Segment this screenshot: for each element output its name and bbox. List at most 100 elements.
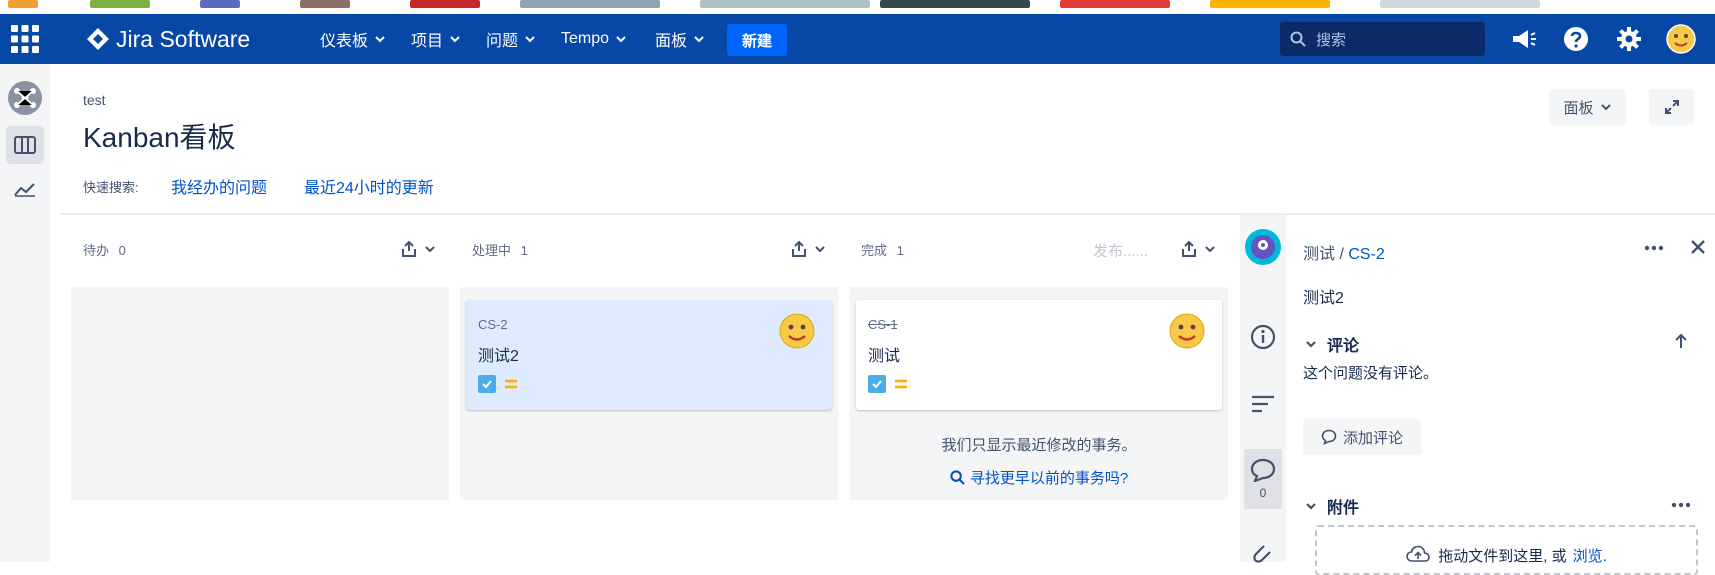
nav-item-tempo[interactable]: Tempo — [561, 14, 627, 64]
nav-item-label: Tempo — [561, 30, 610, 47]
nav-item-label: 项目 — [411, 33, 444, 50]
nav-item-dashboards[interactable]: 仪表板 — [320, 14, 386, 64]
settings-button[interactable] — [1616, 14, 1642, 64]
avatar — [1666, 24, 1696, 54]
card-summary: 测试 — [868, 348, 901, 365]
quick-filters-label: 快速搜索: — [83, 180, 139, 195]
search-input[interactable]: 搜索 — [1280, 22, 1485, 56]
board-menu-button[interactable]: 面板 — [1549, 89, 1626, 125]
board-menu-label: 面板 — [1563, 99, 1594, 117]
issue-summary[interactable]: 测试2 — [1303, 284, 1344, 308]
nav-item-projects[interactable]: 项目 — [411, 14, 461, 64]
comments-tab[interactable]: 0 — [1244, 449, 1282, 509]
more-icon — [1671, 502, 1691, 508]
column-actions-in-progress[interactable] — [790, 240, 826, 258]
sidebar-item-board[interactable] — [6, 126, 44, 164]
nav-item-issues[interactable]: 问题 — [486, 14, 536, 64]
create-button[interactable]: 新建 — [727, 24, 787, 56]
issue-project-avatar[interactable] — [1244, 228, 1282, 266]
profile-button[interactable] — [1666, 14, 1696, 64]
column-actions-done[interactable] — [1180, 240, 1216, 258]
product-name: Jira Software — [116, 25, 251, 52]
chevron-down-icon — [815, 246, 825, 253]
notifications-button[interactable] — [1511, 14, 1537, 64]
card-key: CS-2 — [478, 317, 508, 332]
search-icon — [950, 470, 965, 485]
comments-section-header[interactable]: 评论 — [1305, 332, 1359, 356]
column-header-todo: 待办 0 — [83, 240, 126, 259]
expand-icon — [1664, 100, 1679, 114]
project-name[interactable]: test — [83, 92, 106, 108]
product-logo[interactable]: Jira Software — [86, 14, 250, 64]
project-avatar-button[interactable] — [6, 79, 44, 117]
share-icon — [402, 240, 416, 257]
column-actions-todo[interactable] — [400, 240, 436, 258]
column-name: 处理中 — [472, 243, 512, 258]
help-icon — [1564, 27, 1588, 51]
release-button[interactable]: 发布...... — [1093, 240, 1148, 261]
add-comment-label: 添加评论 — [1342, 429, 1403, 447]
find-older-issues-label: 寻找更早以前的事务吗? — [969, 470, 1129, 487]
attachments-heading: 附件 — [1327, 500, 1360, 517]
close-icon — [1691, 240, 1705, 254]
card-summary: 测试2 — [478, 348, 519, 365]
assignee-avatar[interactable] — [1168, 312, 1206, 350]
find-older-issues-link[interactable]: 寻找更早以前的事务吗? — [850, 467, 1228, 488]
issue-card[interactable]: CS-2 测试2 — [466, 300, 832, 410]
reports-icon — [14, 183, 35, 197]
issue-card[interactable]: CS-1 测试 — [856, 300, 1222, 410]
column-count: 1 — [520, 243, 528, 258]
search-placeholder: 搜索 — [1316, 31, 1347, 49]
more-icon — [1644, 245, 1664, 251]
browse-link[interactable]: 浏览. — [1573, 545, 1607, 566]
gear-icon — [1617, 27, 1641, 51]
sort-comments-button[interactable] — [1674, 332, 1688, 355]
chevron-down-icon — [450, 36, 460, 43]
breadcrumb-project[interactable]: 测试 — [1303, 246, 1335, 263]
attachments-tab[interactable] — [1244, 535, 1282, 573]
chevron-down-icon — [1306, 341, 1316, 348]
column-count: 1 — [896, 243, 904, 258]
chevron-down-icon — [375, 36, 385, 43]
comment-icon — [1250, 458, 1276, 482]
quick-filter-recently-updated[interactable]: 最近24小时的更新 — [304, 174, 434, 198]
app-switcher-icon — [11, 25, 39, 53]
task-type-icon — [478, 375, 496, 393]
issue-more-actions-button[interactable] — [1643, 236, 1665, 265]
add-comment-button[interactable]: 添加评论 — [1303, 419, 1421, 455]
card-key: CS-1 — [868, 317, 898, 332]
fullscreen-button[interactable] — [1649, 89, 1694, 125]
column-count: 0 — [118, 243, 126, 258]
attachments-more-button[interactable] — [1670, 493, 1692, 522]
sidebar-item-reports[interactable] — [6, 170, 44, 208]
breadcrumb-separator: / — [1335, 246, 1349, 263]
nav-item-boards[interactable]: 面板 — [655, 14, 705, 64]
attachments-section-header[interactable]: 附件 — [1305, 494, 1359, 518]
issue-breadcrumb: 测试 / CS-2 — [1303, 240, 1385, 264]
assignee-avatar[interactable] — [778, 312, 816, 350]
chevron-down-icon — [525, 36, 535, 43]
arrow-up-icon — [1675, 333, 1687, 348]
nav-item-label: 仪表板 — [320, 33, 369, 50]
details-tab[interactable] — [1244, 318, 1282, 356]
help-button[interactable] — [1563, 14, 1589, 64]
share-icon — [792, 240, 806, 257]
no-comments-message: 这个问题没有评论。 — [1303, 365, 1439, 382]
nav-item-label: 问题 — [486, 33, 519, 50]
header-divider — [60, 213, 1715, 215]
share-icon — [1182, 240, 1196, 257]
priority-medium-icon — [505, 379, 517, 389]
quick-filter-my-issues[interactable]: 我经办的问题 — [171, 174, 267, 198]
dropzone-text: 拖动文件到这里, 或 — [1438, 548, 1567, 565]
column-done: CS-1 测试 我们只显示最近修改的事务。 寻找更早以前的事务吗? — [850, 287, 1228, 500]
megaphone-icon — [1513, 30, 1536, 48]
breadcrumb-issue-key[interactable]: CS-2 — [1348, 246, 1384, 263]
close-detail-button[interactable] — [1689, 238, 1707, 261]
column-header-in-progress: 处理中 1 — [472, 240, 528, 259]
chevron-down-icon — [425, 246, 435, 253]
app-switcher-button[interactable] — [10, 14, 40, 64]
attachment-dropzone[interactable]: 拖动文件到这里, 或 浏览. — [1315, 525, 1698, 575]
search-icon — [1290, 31, 1306, 47]
description-tab[interactable] — [1244, 385, 1282, 423]
project-avatar-icon — [8, 81, 42, 115]
